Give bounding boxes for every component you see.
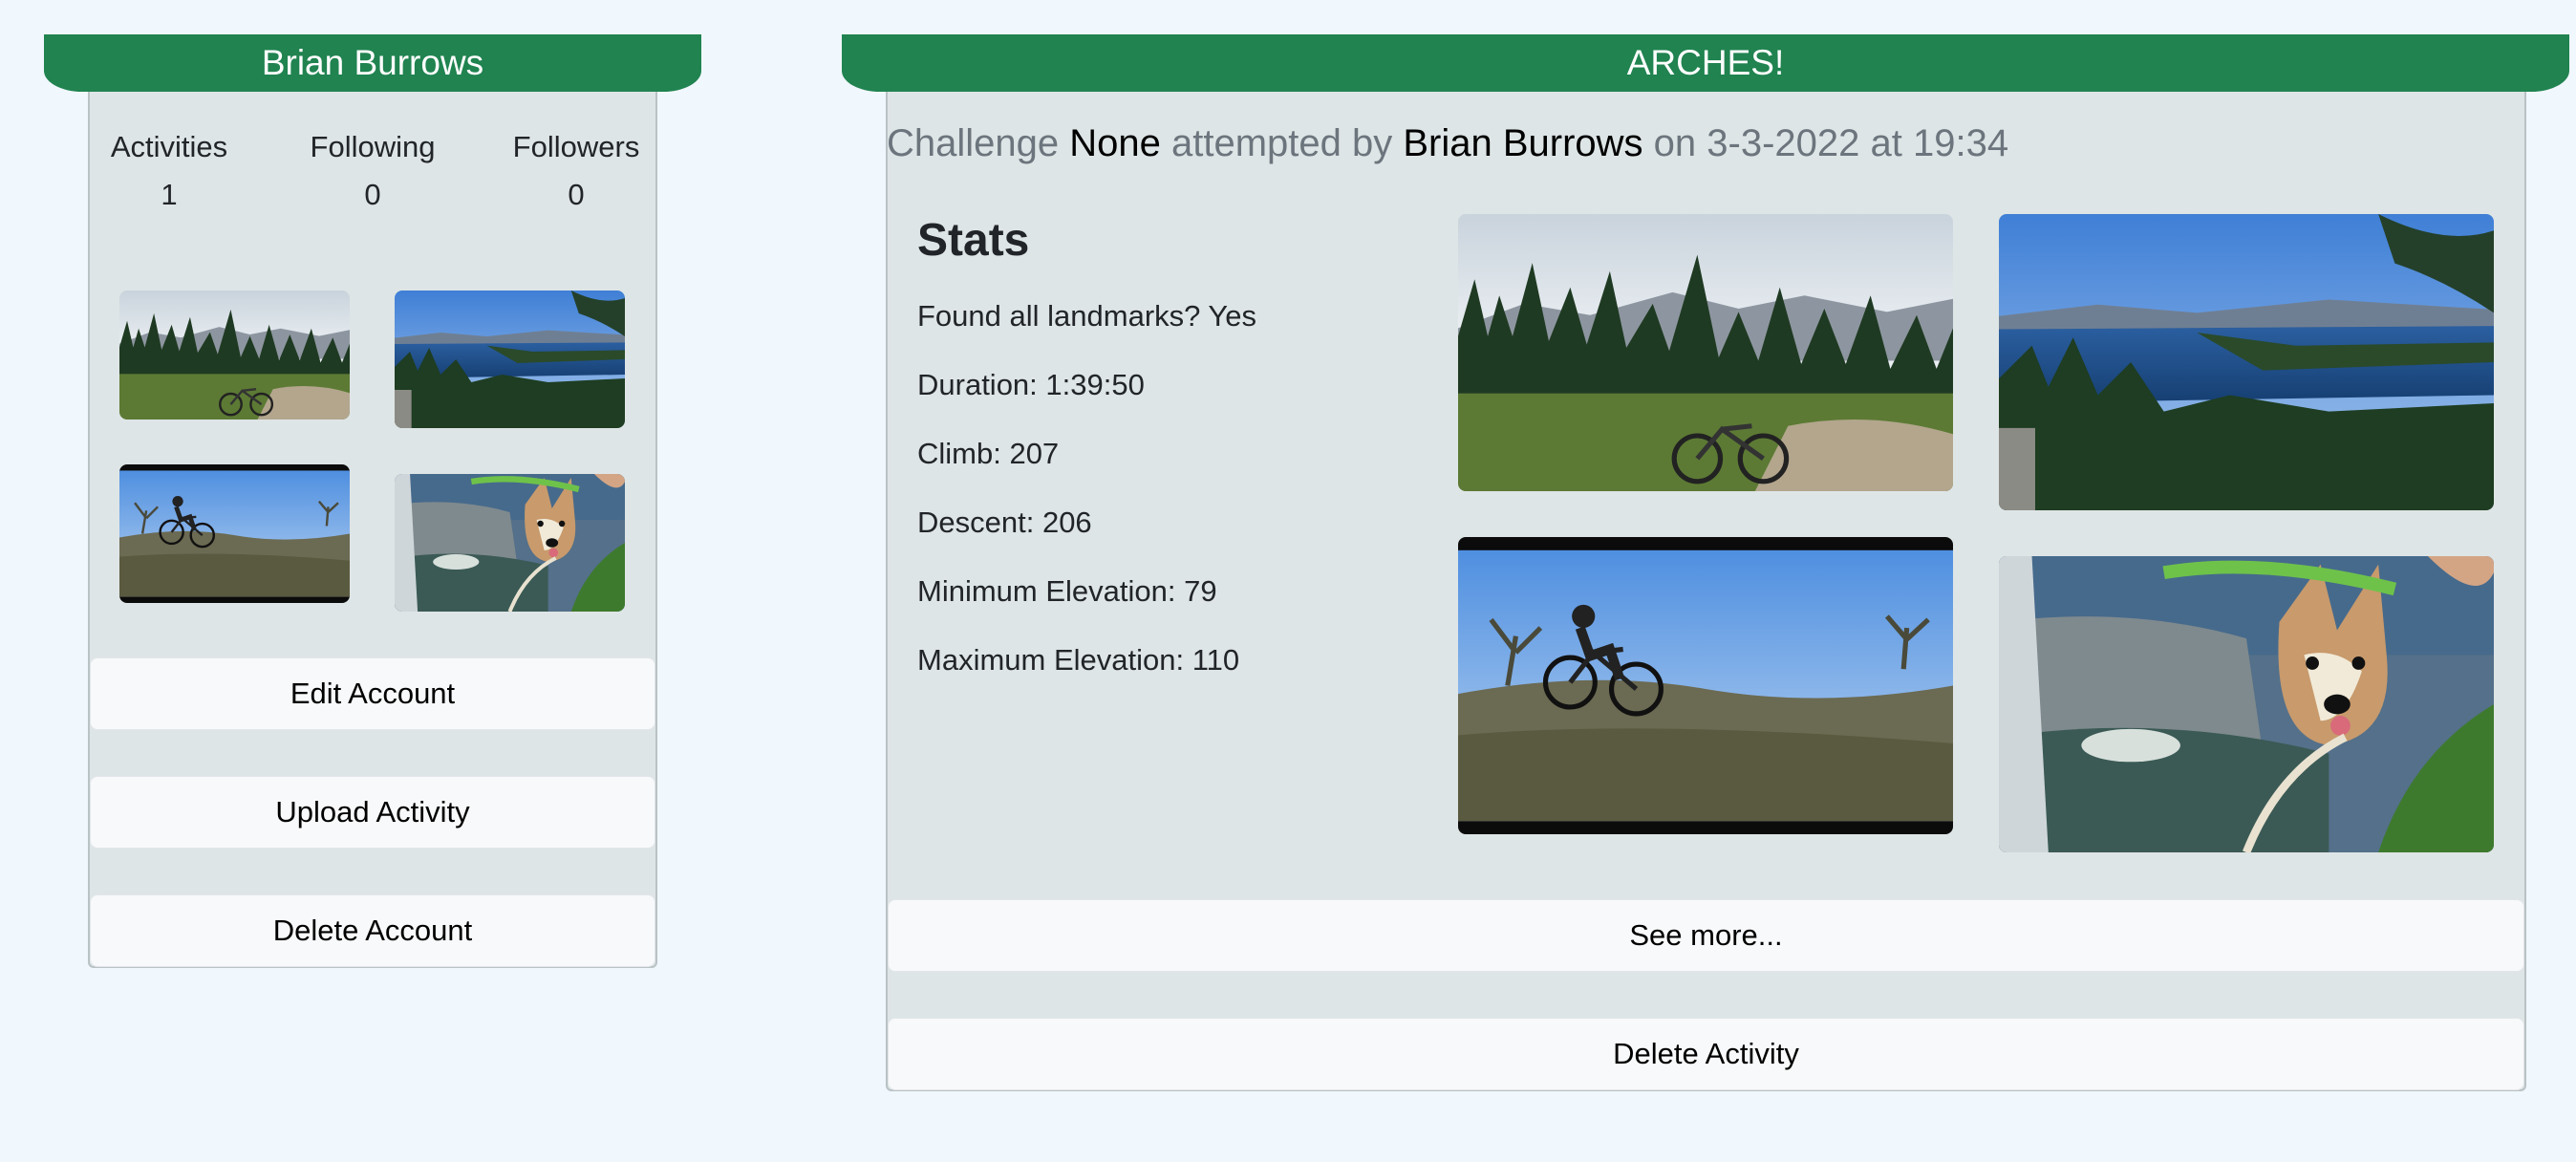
profile-thumb-forest[interactable] xyxy=(119,290,350,420)
summary-prefix: Challenge xyxy=(887,122,1070,164)
stat-landmarks: Found all landmarks? Yes xyxy=(917,299,1257,333)
activity-user[interactable]: Brian Burrows xyxy=(1403,122,1642,164)
following-label: Following xyxy=(310,130,436,163)
activity-photo-bike[interactable] xyxy=(1458,537,1953,834)
profile-thumb-dog[interactable] xyxy=(395,474,625,612)
upload-activity-button[interactable]: Upload Activity xyxy=(90,776,655,849)
activities-value: 1 xyxy=(161,178,178,211)
activity-photo-lake[interactable] xyxy=(1999,214,2494,510)
activity-photo-dog[interactable] xyxy=(1999,556,2494,852)
activities-label: Activities xyxy=(110,130,228,163)
followers-value: 0 xyxy=(568,178,585,211)
stats-heading: Stats xyxy=(917,215,1030,266)
stat-descent: Descent: 206 xyxy=(917,506,1092,539)
activity-photo-forest[interactable] xyxy=(1458,214,1953,491)
activity-summary-line: Challenge None attempted by Brian Burrow… xyxy=(887,122,2008,165)
profile-name-header: Brian Burrows xyxy=(44,34,701,92)
delete-activity-button[interactable]: Delete Activity xyxy=(888,1018,2524,1090)
edit-account-button[interactable]: Edit Account xyxy=(90,657,655,730)
summary-date: on 3-3-2022 at 19:34 xyxy=(1642,122,2009,164)
delete-account-button[interactable]: Delete Account xyxy=(90,894,655,967)
profile-thumb-bike[interactable] xyxy=(119,464,350,603)
challenge-name[interactable]: None xyxy=(1069,122,1161,164)
stat-climb: Climb: 207 xyxy=(917,437,1060,470)
activity-title: ARCHES! xyxy=(1626,43,1785,82)
profile-name: Brian Burrows xyxy=(261,43,484,82)
stat-min-elevation: Minimum Elevation: 79 xyxy=(917,574,1217,608)
stat-max-elevation: Maximum Elevation: 110 xyxy=(917,643,1240,677)
followers-label: Followers xyxy=(512,130,640,163)
activity-title-header: ARCHES! xyxy=(842,34,2569,92)
stat-duration: Duration: 1:39:50 xyxy=(917,368,1145,401)
see-more-button[interactable]: See more... xyxy=(888,899,2524,972)
profile-thumb-lake[interactable] xyxy=(395,290,625,428)
following-value: 0 xyxy=(364,178,381,211)
following-count: Following 0 xyxy=(291,130,454,212)
activities-count: Activities 1 xyxy=(88,130,250,212)
followers-count: Followers 0 xyxy=(495,130,657,212)
summary-mid: attempted by xyxy=(1160,122,1404,164)
